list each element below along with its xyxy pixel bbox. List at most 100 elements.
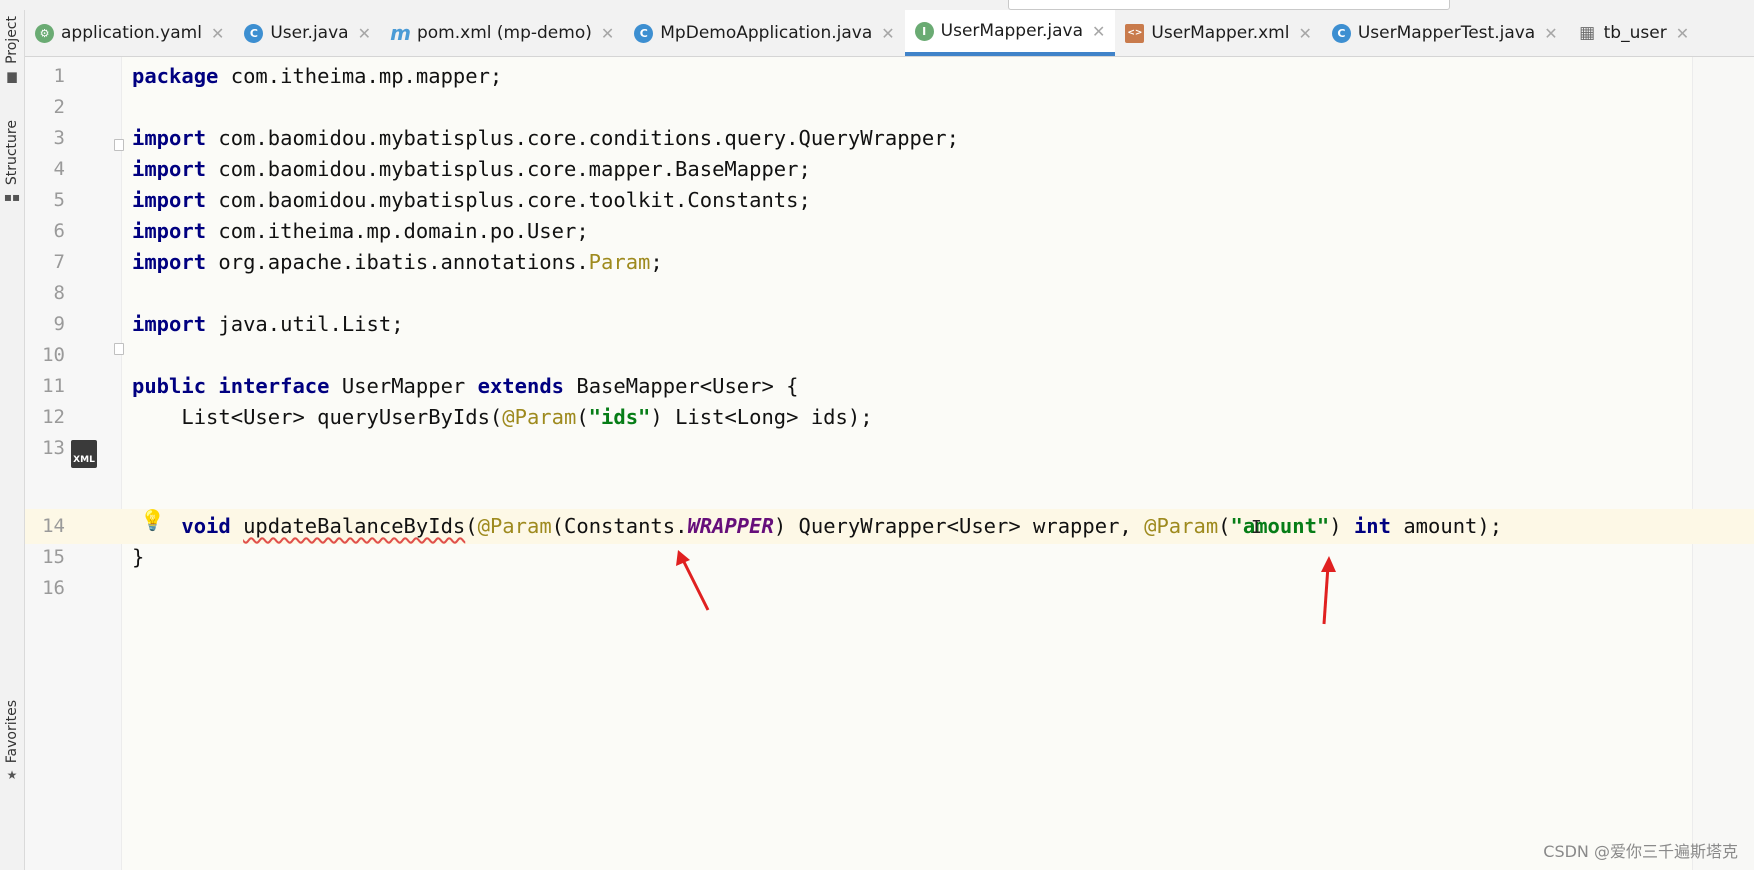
code-token: (Constants. — [551, 514, 688, 538]
tab-label: pom.xml (mp-demo) — [416, 23, 592, 43]
line-number: 3 — [53, 127, 65, 149]
line-number: 14 — [42, 515, 65, 537]
project-tool-tab[interactable]: Project ▆ — [0, 16, 24, 82]
tab-usermapper-xml[interactable]: <> UserMapper.xml ✕ — [1115, 10, 1321, 56]
project-tool-label: Project — [4, 16, 20, 64]
close-icon[interactable]: ✕ — [1676, 24, 1689, 43]
close-icon[interactable]: ✕ — [1544, 24, 1557, 43]
code-token: java.util.List; — [206, 312, 404, 336]
tab-user-java[interactable]: C User.java ✕ — [234, 10, 381, 56]
keyword-token: import — [132, 126, 207, 150]
close-icon[interactable]: ✕ — [601, 24, 614, 43]
annotation-token: Param — [588, 250, 651, 274]
structure-tool-label: Structure — [4, 120, 20, 186]
annotation-token: @Param — [1144, 514, 1219, 538]
test-class-icon: C — [1331, 23, 1351, 43]
code-line-4: import com.baomidou.mybatisplus.core.map… — [132, 152, 811, 187]
search-everywhere-box[interactable] — [1008, 0, 1450, 10]
code-token: } — [132, 545, 145, 569]
text-cursor-icon: I — [1251, 517, 1262, 538]
tab-label: MpDemoApplication.java — [660, 23, 873, 43]
structure-icon: ▪▪ — [3, 190, 21, 205]
method-name-token: updateBalanceByIds — [243, 514, 466, 538]
tab-pom-xml[interactable]: m pom.xml (mp-demo) ✕ — [381, 10, 624, 56]
code-token: com.baomidou.mybatisplus.core.toolkit.Co… — [206, 188, 811, 212]
code-line-7: import org.apache.ibatis.annotations.Par… — [132, 245, 663, 280]
xml-icon-label: XML — [73, 455, 95, 465]
star-icon: ★ — [6, 768, 18, 783]
tab-label: UserMapperTest.java — [1357, 23, 1536, 43]
editor-tab-bar: ⚙ application.yaml ✕ C User.java ✕ m pom… — [25, 10, 1754, 57]
code-line-11: public interface UserMapper extends Base… — [132, 369, 799, 404]
code-line-15: } — [132, 540, 144, 575]
constant-token: WRAPPER — [687, 514, 774, 538]
tab-label: User.java — [270, 23, 349, 43]
close-icon[interactable]: ✕ — [1092, 22, 1105, 41]
code-line-12: List<User> queryUserByIds(@Param("ids") … — [132, 400, 873, 435]
tab-label: tb_user — [1603, 23, 1667, 43]
spring-class-icon: C — [634, 23, 654, 43]
code-token: ) QueryWrapper<User> wrapper, — [773, 514, 1145, 538]
line-number: 5 — [53, 189, 65, 211]
maven-icon: m — [390, 21, 411, 45]
code-token: List<User> queryUserByIds( — [132, 405, 503, 429]
keyword-token: import — [132, 219, 207, 243]
keyword-token: package — [132, 64, 219, 88]
tab-label: UserMapper.java — [940, 21, 1083, 41]
keyword-token: public — [132, 374, 207, 398]
tab-application-yaml[interactable]: ⚙ application.yaml ✕ — [25, 10, 234, 56]
code-line-9: import java.util.List; — [132, 307, 404, 342]
code-token: com.baomidou.mybatisplus.core.mapper.Bas… — [206, 157, 811, 181]
code-token: amount); — [1390, 514, 1503, 538]
code-line-14: void updateBalanceByIds(@Param(Constants… — [132, 509, 1502, 544]
line-number: 2 — [53, 96, 65, 118]
fold-marker-icon[interactable] — [114, 343, 124, 355]
tab-mpdemoapplication-java[interactable]: C MpDemoApplication.java ✕ — [624, 10, 904, 56]
close-icon[interactable]: ✕ — [211, 24, 224, 43]
line-number: 13 — [42, 437, 65, 459]
xml-file-icon: <> — [1125, 23, 1145, 43]
code-token: ) List<Long> ids); — [650, 405, 873, 429]
code-token: com.itheima.mp.domain.po.User; — [206, 219, 589, 243]
keyword-token: interface — [218, 374, 330, 398]
code-token: BaseMapper<User> { — [564, 374, 799, 398]
code-token: ( — [465, 514, 478, 538]
code-line-3: import com.baomidou.mybatisplus.core.con… — [132, 121, 959, 156]
xml-mapper-link-icon[interactable]: XML — [71, 440, 97, 468]
editor-right-margin — [1692, 57, 1754, 870]
code-token: ( — [1218, 514, 1231, 538]
keyword-token: import — [132, 250, 207, 274]
close-icon[interactable]: ✕ — [881, 24, 894, 43]
keyword-token: int — [1353, 514, 1391, 538]
close-icon[interactable]: ✕ — [1298, 24, 1311, 43]
line-number: 15 — [42, 546, 65, 568]
favorites-tool-label: Favorites — [4, 700, 20, 764]
keyword-token: import — [132, 188, 207, 212]
close-icon[interactable]: ✕ — [358, 24, 371, 43]
code-token: ; — [650, 250, 663, 274]
watermark: CSDN @爱你三千遍斯塔克 — [1543, 842, 1738, 861]
string-token: "amount" — [1230, 514, 1330, 538]
favorites-tool-tab[interactable]: Favorites ★ — [0, 700, 24, 781]
line-number: 12 — [42, 406, 65, 428]
fold-marker-icon[interactable] — [114, 139, 124, 151]
keyword-token: void — [181, 514, 231, 538]
string-token: "ids" — [588, 405, 651, 429]
tab-usermapper-java[interactable]: I UserMapper.java ✕ — [904, 10, 1116, 56]
code-token: UserMapper — [329, 374, 478, 398]
tab-usermappertest-java[interactable]: C UserMapperTest.java ✕ — [1322, 10, 1568, 56]
code-line-5: import com.baomidou.mybatisplus.core.too… — [132, 183, 811, 218]
keyword-token: import — [132, 312, 207, 336]
line-number: 8 — [53, 282, 65, 304]
structure-tool-tab[interactable]: Structure ▪▪ — [0, 120, 24, 203]
line-number: 9 — [53, 313, 65, 335]
tab-tb-user[interactable]: ▦ tb_user ✕ — [1568, 10, 1699, 56]
code-token: com.baomidou.mybatisplus.core.conditions… — [206, 126, 959, 150]
annotation-token: @Param — [477, 514, 552, 538]
class-icon: C — [244, 23, 264, 43]
table-icon: ▦ — [1579, 23, 1596, 43]
line-number: 11 — [42, 375, 65, 397]
line-number: 16 — [42, 577, 65, 599]
